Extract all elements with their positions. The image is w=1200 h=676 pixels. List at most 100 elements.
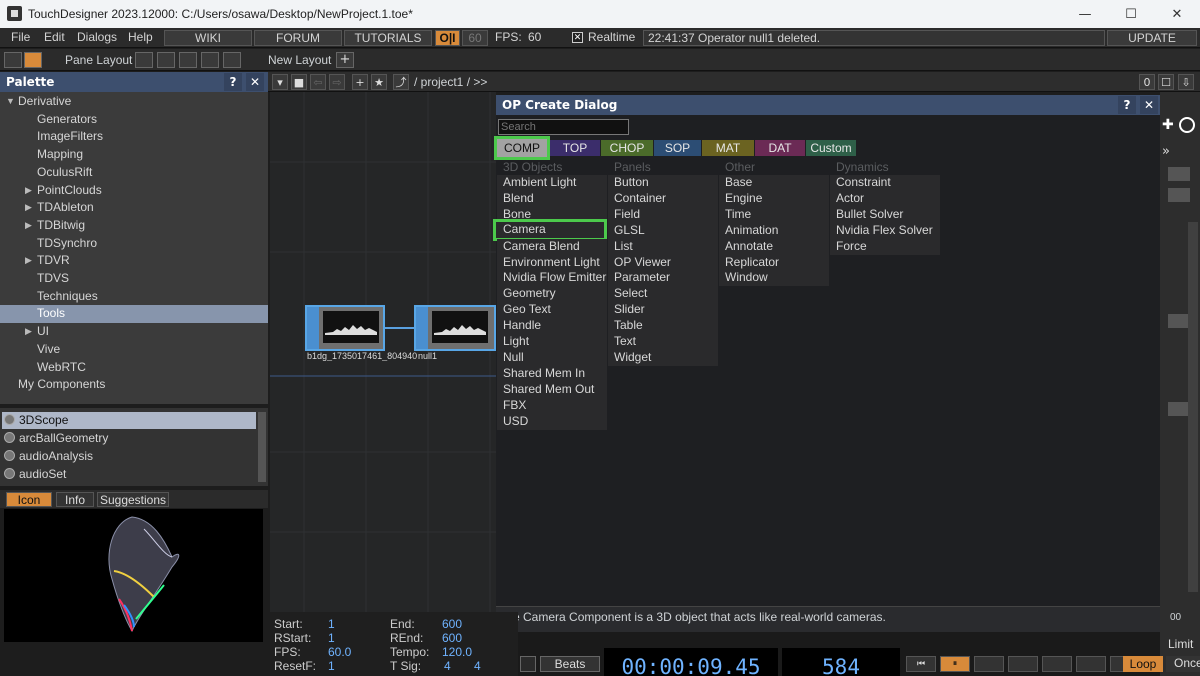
operator-item[interactable]: Window xyxy=(719,270,829,287)
palette-component-item[interactable]: 3DScope xyxy=(2,412,256,429)
operator-item[interactable]: Blend xyxy=(497,190,607,207)
operator-item[interactable]: Replicator xyxy=(719,254,829,271)
add-operator-icon[interactable]: + xyxy=(352,74,368,90)
step-back-icon[interactable] xyxy=(974,656,1004,672)
operator-item[interactable]: List xyxy=(608,238,718,255)
palette-tree-item[interactable]: ▶ TDVR xyxy=(0,252,268,270)
palette-close-button[interactable]: ✕ xyxy=(246,73,264,91)
palette-tree-item[interactable]: ▶ PointClouds xyxy=(0,182,268,200)
palette-tree-item[interactable]: Vive xyxy=(0,341,268,359)
timecode-display[interactable]: 00:00:09.45 xyxy=(604,648,778,676)
param-dropdown-4[interactable] xyxy=(1168,402,1190,416)
maximize-button[interactable]: ☐ xyxy=(1108,0,1154,28)
palette-tree-item[interactable]: Tools xyxy=(0,305,268,324)
family-tab-comp[interactable]: COMP xyxy=(494,136,550,160)
palette-tab-suggestions[interactable]: Suggestions xyxy=(97,492,169,507)
fps-set-field[interactable]: 60 xyxy=(462,30,488,46)
operator-item[interactable]: Environment Light xyxy=(497,254,607,271)
palette-tree-item[interactable]: ▶ UI xyxy=(0,323,268,341)
add-layout-button[interactable]: + xyxy=(336,52,354,68)
operator-item[interactable]: Shared Mem Out xyxy=(497,381,607,398)
palette-tree-item[interactable]: Techniques xyxy=(0,288,268,306)
stop-icon[interactable]: ■ xyxy=(291,74,307,90)
palette-tree-item[interactable]: ▶ TDBitwig xyxy=(0,217,268,235)
palette-component-item[interactable]: audioSet xyxy=(2,466,256,483)
anchor-icon[interactable] xyxy=(24,52,42,68)
rend-value[interactable]: 600 xyxy=(442,631,462,645)
palette-component-item[interactable]: audioAnalysis xyxy=(2,448,256,465)
operator-item[interactable]: Annotate xyxy=(719,238,829,255)
play-reverse-icon[interactable] xyxy=(1008,656,1038,672)
palette-tree-item[interactable]: TDSynchro xyxy=(0,235,268,253)
operator-item[interactable]: Table xyxy=(608,318,718,335)
layout-split-vertical-icon[interactable] xyxy=(157,52,175,68)
operator-item[interactable]: Container xyxy=(608,190,718,207)
operator-item[interactable]: OP Viewer xyxy=(608,254,718,271)
node-1-flags[interactable] xyxy=(307,307,319,349)
chop-node-1[interactable] xyxy=(305,305,385,351)
palette-tab-info[interactable]: Info xyxy=(56,492,94,507)
family-tab-sop[interactable]: SOP xyxy=(654,140,701,156)
parameter-scrollbar[interactable] xyxy=(1188,222,1198,592)
close-window-button[interactable]: ✕ xyxy=(1154,0,1200,28)
family-tab-dat[interactable]: DAT xyxy=(755,140,805,156)
node-1-label[interactable]: b1dg_1735017461_804940 xyxy=(307,351,417,361)
operator-item[interactable]: Handle xyxy=(497,318,607,335)
wiki-button[interactable]: WIKI xyxy=(164,30,252,46)
frame-display[interactable]: 584 xyxy=(782,648,900,676)
palette-help-button[interactable]: ? xyxy=(224,73,242,91)
operator-item[interactable]: Bullet Solver xyxy=(830,206,940,223)
forum-button[interactable]: FORUM xyxy=(254,30,342,46)
chop-node-null1[interactable] xyxy=(414,305,496,351)
operator-item[interactable]: FBX xyxy=(497,397,607,414)
pause-icon[interactable]: ⏸ xyxy=(940,656,970,672)
operator-item[interactable]: Field xyxy=(608,206,718,223)
operator-item[interactable]: Shared Mem In xyxy=(497,365,607,382)
expand-arrow-icon[interactable]: ▶ xyxy=(25,217,32,234)
operator-item[interactable]: Slider xyxy=(608,302,718,319)
family-tab-top[interactable]: TOP xyxy=(550,140,600,156)
palette-tree-item[interactable]: ImageFilters xyxy=(0,128,268,146)
update-button[interactable]: UPDATE xyxy=(1107,30,1197,46)
operator-item[interactable]: USD xyxy=(497,413,607,430)
tempo-value[interactable]: 120.0 xyxy=(442,645,472,659)
operator-item[interactable]: Light xyxy=(497,334,607,350)
forward-icon[interactable]: ⇨ xyxy=(329,74,345,90)
family-tab-custom[interactable]: Custom xyxy=(806,140,856,156)
component-list-scrollbar[interactable] xyxy=(258,412,266,482)
download-arrow-icon[interactable]: ⇩ xyxy=(1178,74,1194,90)
play-icon[interactable] xyxy=(1042,656,1072,672)
operator-item[interactable]: Base xyxy=(719,175,829,191)
operator-item[interactable]: Animation xyxy=(719,222,829,239)
layout-split-horizontal-icon[interactable] xyxy=(201,52,219,68)
expand-chevron-icon[interactable]: » xyxy=(1162,144,1170,159)
parent-folder-icon[interactable]: ⤴ xyxy=(393,74,409,90)
menu-file[interactable]: File xyxy=(11,30,30,44)
tsig-value-a[interactable]: 4 xyxy=(444,659,451,673)
dialog-close-button[interactable]: ✕ xyxy=(1140,96,1158,114)
operator-item[interactable]: Camera xyxy=(493,218,607,241)
rewind-icon[interactable]: ⏮ xyxy=(906,656,936,672)
network-editor[interactable]: b1dg_1735017461_804940 null1 xyxy=(270,92,496,612)
operator-item[interactable]: Null xyxy=(497,349,607,366)
menu-dialogs[interactable]: Dialogs xyxy=(77,30,117,44)
fps-timeline-value[interactable]: 60.0 xyxy=(328,645,351,659)
operator-item[interactable]: Nvidia Flow Emitter xyxy=(497,270,607,287)
pane-view-icon[interactable] xyxy=(4,52,22,68)
dialog-help-button[interactable]: ? xyxy=(1118,96,1136,114)
palette-tree-item[interactable]: OculusRift xyxy=(0,164,268,182)
palette-component-item[interactable]: arcBallGeometry xyxy=(2,430,256,447)
step-forward-icon[interactable] xyxy=(1076,656,1106,672)
operator-item[interactable]: Select xyxy=(608,286,718,303)
target-icon[interactable] xyxy=(1179,117,1195,133)
palette-tree-item[interactable]: TDVS xyxy=(0,270,268,288)
family-tab-mat[interactable]: MAT xyxy=(702,140,754,156)
operator-item[interactable]: Constraint xyxy=(830,175,940,191)
menu-help[interactable]: Help xyxy=(128,30,153,44)
beats-button[interactable]: Beats xyxy=(540,656,600,672)
back-icon[interactable]: ⇦ xyxy=(310,74,326,90)
family-tab-chop[interactable]: CHOP xyxy=(601,140,653,156)
menu-edit[interactable]: Edit xyxy=(44,30,65,44)
operator-item[interactable]: GLSL xyxy=(608,222,718,239)
palette-tab-icon[interactable]: Icon xyxy=(6,492,52,507)
